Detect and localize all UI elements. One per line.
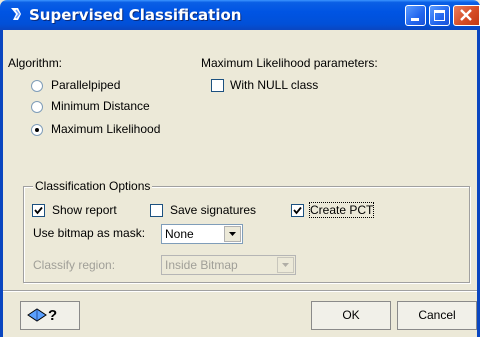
app-icon: [8, 6, 24, 22]
maximize-icon: [434, 10, 445, 21]
radio-maximum-likelihood-label[interactable]: Maximum Likelihood: [51, 122, 160, 136]
window-title: Supervised Classification: [29, 6, 242, 24]
null-class-label[interactable]: With NULL class: [230, 78, 318, 92]
show-report-label[interactable]: Show report: [52, 203, 117, 217]
radio-minimum-distance-label[interactable]: Minimum Distance: [51, 99, 150, 113]
algorithm-heading: Algorithm:: [8, 56, 63, 70]
radio-selected-dot: [35, 128, 39, 132]
close-button[interactable]: [453, 5, 480, 26]
classify-region-label: Classify region:: [33, 258, 116, 272]
save-signatures-checkbox[interactable]: [150, 204, 163, 217]
bitmap-mask-select[interactable]: None: [161, 224, 243, 244]
classify-region-value: Inside Bitmap: [165, 258, 238, 272]
radio-maximum-likelihood[interactable]: [31, 124, 43, 136]
close-icon: [460, 9, 472, 21]
minimize-button[interactable]: [405, 5, 426, 26]
radio-minimum-distance[interactable]: [31, 101, 43, 113]
dropdown-arrow-icon: [277, 257, 294, 273]
null-class-checkbox[interactable]: [211, 79, 224, 92]
checkmark-icon: [34, 206, 43, 215]
cancel-button[interactable]: Cancel: [397, 301, 477, 330]
radio-parallelpiped-label[interactable]: Parallelpiped: [51, 78, 120, 92]
radio-parallelpiped[interactable]: [31, 80, 43, 92]
help-button[interactable]: ?: [20, 301, 80, 330]
checkmark-icon: [293, 206, 302, 215]
classification-options-title: Classification Options: [33, 179, 153, 193]
minimize-icon: [411, 18, 419, 21]
classify-region-select: Inside Bitmap: [161, 255, 296, 275]
ml-params-heading: Maximum Likelihood parameters:: [201, 56, 378, 70]
ok-button[interactable]: OK: [311, 301, 391, 330]
help-question-mark: ?: [48, 307, 58, 324]
save-signatures-label[interactable]: Save signatures: [170, 203, 256, 217]
bitmap-mask-label: Use bitmap as mask:: [33, 226, 146, 240]
dropdown-arrow-icon[interactable]: [224, 226, 241, 242]
bitmap-mask-value: None: [165, 227, 194, 241]
footer-separator: [3, 290, 477, 292]
help-cursor-icon: [27, 306, 49, 334]
dialog-window: Supervised Classification Algorithm: Par…: [0, 0, 480, 337]
show-report-checkbox[interactable]: [32, 204, 45, 217]
create-pct-label[interactable]: Create PCT: [308, 202, 375, 218]
maximize-button[interactable]: [429, 5, 450, 26]
title-bar[interactable]: Supervised Classification: [0, 0, 480, 30]
create-pct-checkbox[interactable]: [291, 204, 304, 217]
